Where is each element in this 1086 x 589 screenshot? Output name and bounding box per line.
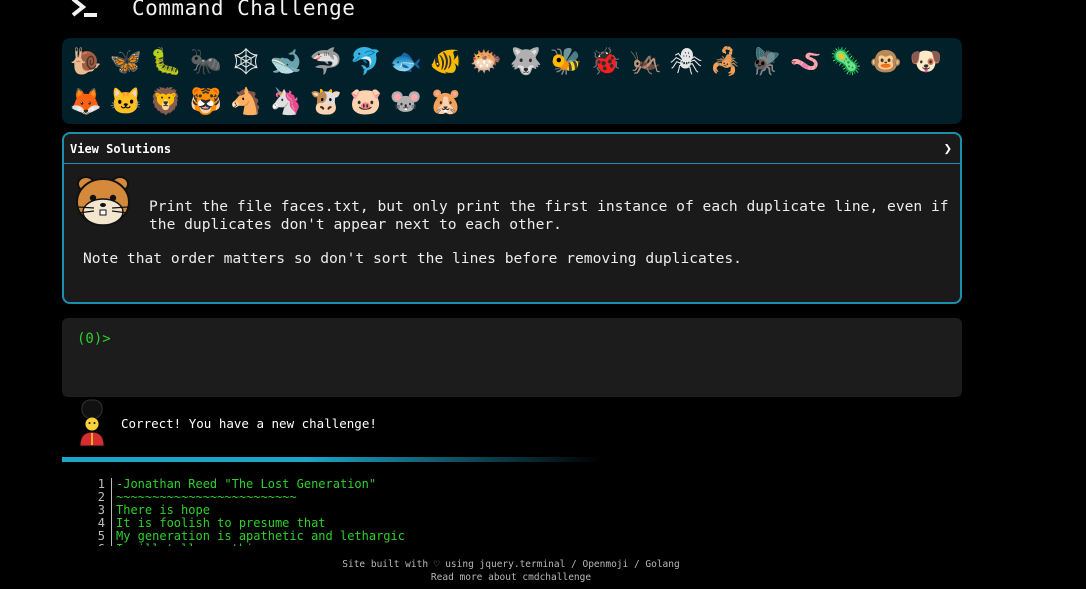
page-title: Command Challenge	[132, 0, 356, 20]
mouse-face-icon[interactable]: 🐭	[386, 82, 426, 122]
fly-icon[interactable]: 🪰	[746, 42, 786, 82]
microbe-icon[interactable]: 🦠	[826, 42, 866, 82]
snail-icon[interactable]: 🐌	[66, 42, 106, 82]
dog-face-icon[interactable]: 🐶	[906, 42, 946, 82]
result-message: Correct! You have a new challenge!	[74, 398, 377, 448]
line-text: I will tell you this	[116, 543, 261, 547]
footer-credits: Site built with ♡ using jquery.terminal …	[342, 559, 680, 570]
challenge-panel: View Solutions ❯ Print the file faces.tx…	[62, 132, 962, 304]
header: Command Challenge	[70, 0, 355, 22]
hamster-icon	[74, 174, 132, 228]
hamster-icon[interactable]: 🐹	[426, 82, 466, 122]
cat-face-icon[interactable]: 🐱	[106, 82, 146, 122]
badge-row: 🦊 🐱 🦁 🐯 🐴 🦄 🐮 🐷 🐭 🐹	[66, 82, 958, 122]
monkey-face-icon[interactable]: 🐵	[866, 42, 906, 82]
cricket-icon[interactable]: 🦗	[626, 42, 666, 82]
horse-face-icon[interactable]: 🐴	[226, 82, 266, 122]
ant-icon[interactable]: 🐜	[186, 42, 226, 82]
view-solutions-toggle[interactable]: View Solutions ❯	[64, 134, 960, 164]
result-text: Correct! You have a new challenge!	[121, 415, 377, 431]
spider-web-icon[interactable]: 🕸	[226, 42, 266, 82]
bee-icon[interactable]: 🐝	[546, 42, 586, 82]
lion-icon[interactable]: 🦁	[146, 82, 186, 122]
shark-icon[interactable]: 🦈	[306, 42, 346, 82]
code-line: 6 I will tell you this	[90, 543, 405, 546]
whale-icon[interactable]: 🐋	[266, 42, 306, 82]
progress-bar	[62, 457, 602, 462]
chevron-right-icon: ❯	[943, 140, 952, 157]
tiger-face-icon[interactable]: 🐯	[186, 82, 226, 122]
scorpion-icon[interactable]: 🦂	[706, 42, 746, 82]
terminal-prompt-icon	[70, 0, 100, 20]
badge-row: 🐌 🦋 🐛 🐜 🕸 🐋 🦈 🐬 🐟 🐠 🐡 🐺 🐝 🐞 🦗 🕷 🦂 🪰 🪱 🦠 🐵 🐶	[66, 42, 958, 82]
challenge-description: Print the file faces.txt, but only print…	[149, 198, 949, 233]
wolf-icon[interactable]: 🐺	[506, 42, 546, 82]
butterfly-icon[interactable]: 🦋	[106, 42, 146, 82]
challenge-note: Note that order matters so don't sort th…	[83, 250, 742, 267]
spider-icon[interactable]: 🕷	[666, 42, 706, 82]
line-number: 6	[90, 543, 112, 546]
tropical-fish-icon[interactable]: 🐠	[426, 42, 466, 82]
view-solutions-label: View Solutions	[70, 141, 172, 156]
ladybug-icon[interactable]: 🐞	[586, 42, 626, 82]
fox-icon[interactable]: 🦊	[66, 82, 106, 122]
terminal-prompt: (0)>	[77, 331, 111, 347]
unicorn-icon[interactable]: 🦄	[266, 82, 306, 122]
badge-panel: 🐌 🦋 🐛 🐜 🕸 🐋 🦈 🐬 🐟 🐠 🐡 🐺 🐝 🐞 🦗 🕷 🦂 🪰 🪱 🦠 🐵 🐶 🦊 🐱 🦁 🐯 🐴 🦄 🐮 🐷 🐭 🐹	[62, 38, 962, 124]
pig-face-icon[interactable]: 🐷	[346, 82, 386, 122]
caterpillar-icon[interactable]: 🐛	[146, 42, 186, 82]
guard-icon	[74, 398, 110, 448]
dolphin-icon[interactable]: 🐬	[346, 42, 386, 82]
blowfish-icon[interactable]: 🐡	[466, 42, 506, 82]
footer: Site built with ♡ using jquery.terminal …	[0, 558, 1022, 584]
fish-icon[interactable]: 🐟	[386, 42, 426, 82]
worm-icon[interactable]: 🪱	[786, 42, 826, 82]
footer-read-more-link[interactable]: Read more about cmdchallenge	[0, 571, 1022, 584]
file-preview: 1 -Jonathan Reed "The Lost Generation" 2 ~~…	[90, 478, 405, 546]
terminal-input[interactable]: (0)>	[62, 318, 962, 397]
cow-face-icon[interactable]: 🐮	[306, 82, 346, 122]
